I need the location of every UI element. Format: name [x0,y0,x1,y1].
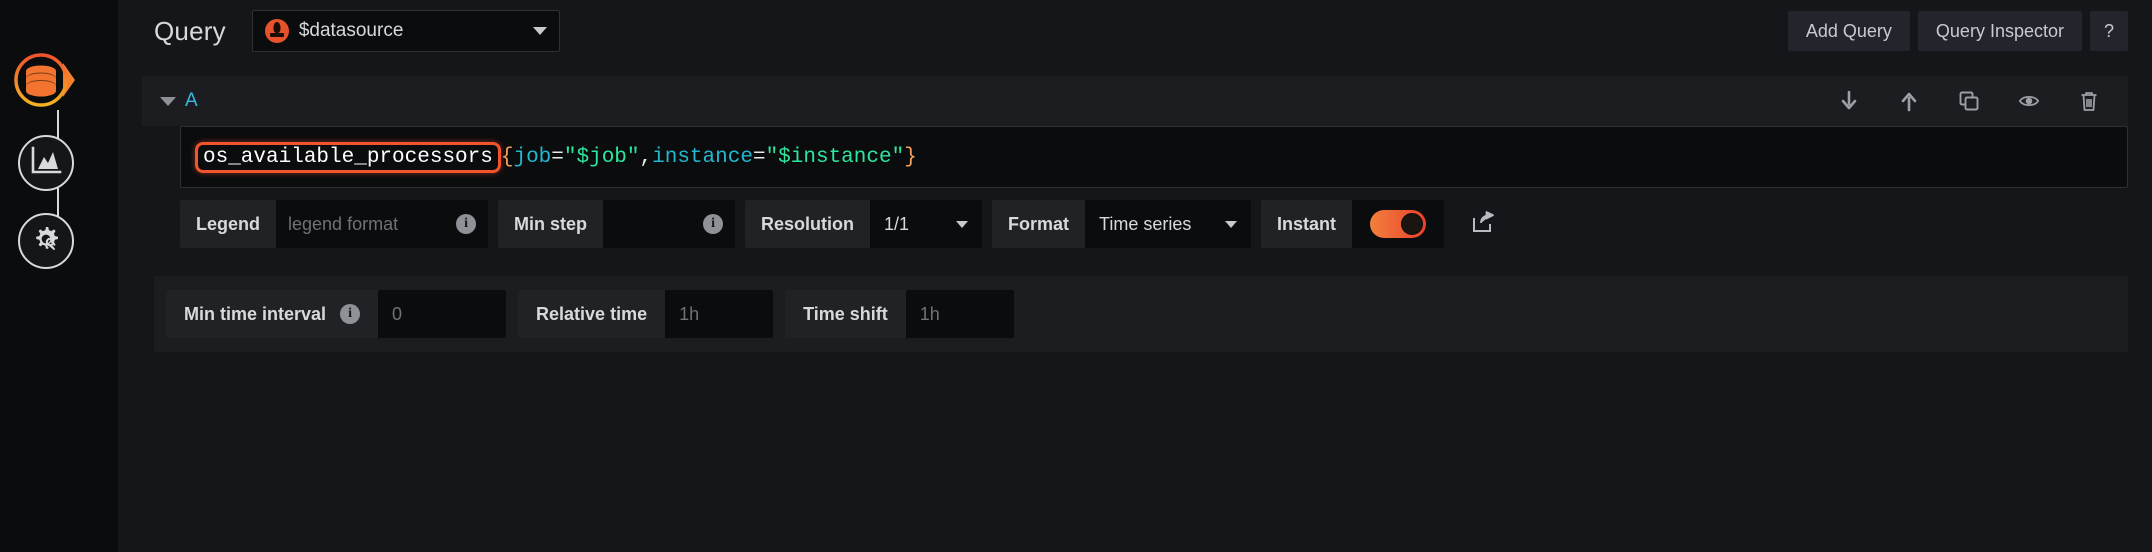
sidebar-datasource-node[interactable] [14,52,75,108]
legend-field-group: Legend legend format i [180,200,489,248]
relative-time-placeholder: 1h [679,303,700,324]
instant-toggle[interactable] [1370,210,1427,238]
chevron-down-icon [532,27,547,35]
equals-token-2: = [752,145,766,169]
format-field-group: Format Time series [992,200,1252,248]
page-title: Query [154,15,226,46]
query-options-row: Legend legend format i Min step i Resolu… [180,200,2128,248]
chevron-down-icon [1225,220,1238,228]
format-label: Format [992,200,1086,248]
info-icon[interactable]: i [340,304,361,324]
share-query-cell [1454,200,1496,248]
label-job-token: job [513,145,552,169]
instant-toggle-cell [1352,200,1445,248]
time-options-panel: Min time interval i 0 Relative time 1h T… [154,276,2128,352]
help-button[interactable]: ? [2089,11,2128,51]
format-select[interactable]: Time series [1085,200,1252,248]
query-row-body: os_available_processors{job = "$job", insta… [180,126,2128,248]
min-step-label: Min step [498,200,604,248]
info-icon[interactable]: i [703,214,724,234]
toggle-knob [1401,213,1424,235]
min-time-interval-input[interactable]: 0 [378,290,507,338]
query-editor-header: Query $datasource Add Query Query Inspec… [118,0,2152,62]
query-row-A: A os_available_processors {job = "$job"… [142,76,2128,248]
min-time-interval-label: Min time interval [184,303,327,324]
datasource-picker-value: $datasource [298,20,404,41]
instant-field-group: Instant [1261,200,1445,248]
editor-sidebar-rail [0,0,118,552]
promql-expression-editor[interactable]: os_available_processors{job = "$job", insta… [180,126,2128,188]
remove-query-icon[interactable] [2078,90,2100,112]
relative-time-label: Relative time [518,290,666,338]
resolution-select[interactable]: 1/1 [870,200,983,248]
close-brace-token: } [904,145,917,169]
resolution-field-group: Resolution 1/1 [745,200,983,248]
label-instance-token: instance [652,145,753,169]
time-shift-placeholder: 1h [919,303,940,324]
equals-token-1: = [551,145,564,169]
toggle-visibility-icon[interactable] [2018,90,2040,112]
relative-time-group: Relative time 1h [518,290,774,338]
legend-placeholder: legend format [288,213,399,234]
relative-time-input[interactable]: 1h [665,290,774,338]
graph-area-icon [30,146,62,181]
min-step-input[interactable]: i [603,200,736,248]
metric-name-token[interactable]: os_available_processors [195,141,501,173]
chevron-down-icon [956,220,969,228]
sidebar-settings-node[interactable] [18,213,74,269]
min-time-interval-group: Min time interval i 0 [166,290,507,338]
move-up-icon[interactable] [1898,90,1920,112]
value-job-token: "$job" [563,145,640,169]
legend-input[interactable]: legend format i [276,200,489,248]
instant-label: Instant [1261,200,1353,248]
legend-label: Legend [180,200,277,248]
resolution-value: 1/1 [884,213,910,234]
query-ref-id[interactable]: A [185,90,198,112]
header-actions: Add Query Query Inspector ? [1787,11,2128,51]
open-brace-token: { [500,145,514,169]
value-instance-token: "$instance" [765,145,905,169]
chevron-down-icon[interactable] [160,96,176,106]
min-step-field-group: Min step i [498,200,736,248]
query-row-header: A [142,76,2128,126]
query-inspector-button[interactable]: Query Inspector [1917,11,2082,51]
prometheus-logo-icon [264,19,289,43]
info-icon[interactable]: i [456,214,477,234]
datasource-picker[interactable]: $datasource [251,10,560,52]
time-shift-group: Time shift 1h [785,290,1014,338]
query-row-actions [1838,90,2106,112]
duplicate-query-icon[interactable] [1958,90,1980,112]
query-editor-screen: Query $datasource Add Query Query Inspec… [0,0,2152,552]
resolution-label: Resolution [745,200,871,248]
comma-token: , [639,145,653,169]
min-time-interval-label-wrap: Min time interval i [166,290,379,338]
time-shift-label: Time shift [785,290,906,338]
database-icon [13,51,79,109]
move-down-icon[interactable] [1838,90,1860,112]
add-query-button[interactable]: Add Query [1787,11,1910,51]
gear-wrench-icon [31,224,61,259]
external-link-icon[interactable] [1472,210,1496,238]
time-shift-input[interactable]: 1h [905,290,1014,338]
sidebar-visualization-node[interactable] [18,135,74,191]
query-editor-content: Query $datasource Add Query Query Inspec… [118,0,2152,552]
format-value: Time series [1099,213,1192,234]
min-time-interval-placeholder: 0 [392,303,403,324]
